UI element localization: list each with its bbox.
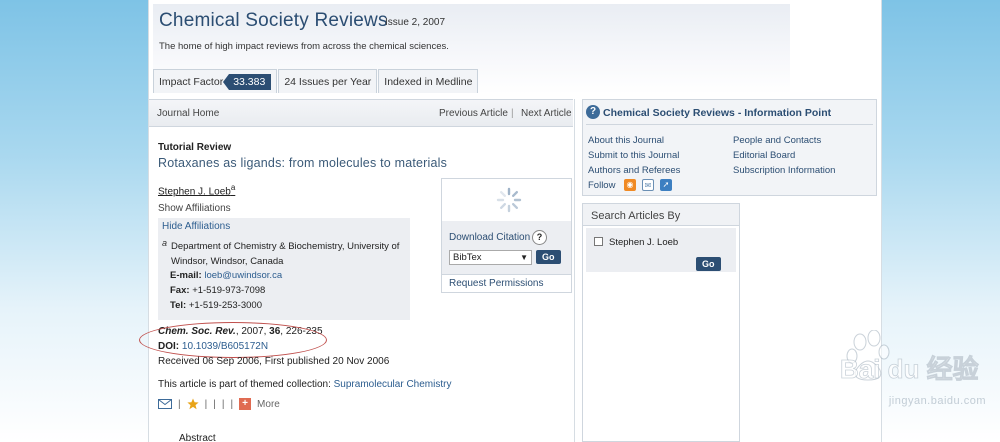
fax-value: +1-519-973-7098 — [192, 285, 266, 296]
author-link[interactable]: Stephen J. Loeba — [158, 183, 235, 197]
rss-icon[interactable]: ◉ — [624, 179, 636, 191]
email-label: E-mail: — [170, 270, 202, 281]
information-point-box: ? Chemical Society Reviews - Information… — [582, 99, 877, 196]
search-articles-panel: Stephen J. Loeb Go — [586, 228, 736, 272]
page-container: Chemical Society Reviews Issue 2, 2007 T… — [139, 0, 882, 442]
action-divider: | — [221, 398, 225, 410]
journal-tabs: Impact Factor 33.383 24 Issues per Year … — [153, 69, 479, 93]
people-contacts-link[interactable]: People and Contacts — [733, 135, 821, 146]
tel-line: Tel: +1-519-253-3000 — [170, 300, 262, 311]
about-journal-link[interactable]: About this Journal — [588, 135, 664, 146]
highlight-ellipse — [139, 322, 327, 358]
journal-title[interactable]: Chemical Society Reviews — [159, 10, 388, 32]
article-type: Tutorial Review — [158, 142, 232, 153]
abstract-heading: Abstract — [179, 433, 216, 442]
author-superscript: a — [230, 183, 236, 192]
loading-spinner-icon — [496, 187, 522, 213]
hide-affiliations-link[interactable]: Hide Affiliations — [162, 221, 230, 232]
fax-label: Fax: — [170, 285, 190, 296]
search-go-button[interactable]: Go — [696, 257, 721, 271]
search-articles-title: Search Articles By — [591, 210, 681, 222]
authors-referees-link[interactable]: Authors and Referees — [588, 165, 680, 176]
themed-prefix: This article is part of themed collectio… — [158, 379, 334, 390]
download-go-button[interactable]: Go — [536, 250, 561, 264]
author-checkbox[interactable] — [594, 237, 603, 246]
themed-collection: This article is part of themed collectio… — [158, 379, 451, 390]
subscription-info-link[interactable]: Subscription Information — [733, 165, 835, 176]
fax-line: Fax: +1-519-973-7098 — [170, 285, 265, 296]
impact-factor-badge: 33.383 — [223, 73, 272, 90]
tel-label: Tel: — [170, 300, 187, 311]
watermark-url: jingyan.baidu.com — [888, 395, 986, 407]
affiliation-marker: a — [162, 238, 168, 248]
nav-separator: | — [511, 108, 514, 119]
tab-issues-per-year[interactable]: 24 Issues per Year — [278, 69, 378, 93]
themed-collection-link[interactable]: Supramolecular Chemistry — [334, 379, 452, 390]
download-citation-panel: Download Citation ? BibTex ▼ Go — [442, 221, 571, 274]
action-divider: | — [204, 398, 208, 410]
info-icon: ? — [586, 105, 600, 119]
author-checkbox-label: Stephen J. Loeb — [609, 237, 679, 248]
share-icon[interactable]: ➚ — [660, 179, 672, 191]
action-divider: | — [230, 398, 234, 410]
information-point-title: Chemical Society Reviews - Information P… — [603, 107, 832, 119]
follow-icons: ◉ ✉ ➚ — [624, 179, 672, 191]
divider — [586, 124, 873, 125]
plus-icon[interactable]: + — [239, 398, 252, 410]
download-citation-title: Download Citation — [449, 232, 531, 243]
previous-article-link[interactable]: Previous Article — [439, 108, 508, 119]
baidu-watermark-logo: Bai du 经验 — [840, 330, 979, 384]
download-citation-box: Download Citation ? BibTex ▼ Go Request … — [441, 178, 572, 293]
action-divider: | — [178, 398, 181, 410]
email-alert-icon[interactable]: ✉ — [642, 179, 654, 191]
request-permissions-link[interactable]: Request Permissions — [449, 278, 543, 289]
editorial-board-link[interactable]: Editorial Board — [733, 150, 795, 161]
watermark-logo-text: Bai du 经验 — [840, 354, 979, 384]
tab-impact-factor[interactable]: Impact Factor 33.383 — [153, 69, 278, 93]
column-divider — [574, 99, 575, 442]
search-articles-header: Search Articles By — [583, 204, 739, 226]
show-affiliations-link[interactable]: Show Affiliations — [158, 203, 231, 214]
tel-value: +1-519-253-3000 — [188, 300, 262, 311]
follow-label: Follow — [588, 180, 616, 191]
submit-journal-link[interactable]: Submit to this Journal — [588, 150, 679, 161]
chevron-down-icon: ▼ — [520, 253, 528, 262]
impact-factor-label: Impact Factor — [159, 75, 224, 88]
action-divider: | — [213, 398, 216, 410]
email-icon[interactable] — [158, 399, 172, 409]
search-articles-box: Search Articles By Stephen J. Loeb Go — [582, 203, 740, 442]
received-dates: Received 06 Sep 2006, First published 20… — [158, 356, 390, 367]
affiliation-text: Department of Chemistry & Biochemistry, … — [171, 241, 400, 267]
citation-format-value: BibTex — [453, 252, 482, 263]
help-icon[interactable]: ? — [532, 230, 547, 245]
divider — [442, 274, 571, 275]
email-line: E-mail: loeb@uwindsor.ca — [170, 270, 282, 281]
journal-home-link[interactable]: Journal Home — [157, 108, 219, 119]
issue-label: Issue 2, 2007 — [385, 17, 446, 28]
tab-indexed-medline[interactable]: Indexed in Medline — [378, 69, 479, 93]
email-link[interactable]: loeb@uwindsor.ca — [204, 270, 282, 281]
journal-tagline: The home of high impact reviews from acr… — [159, 41, 449, 52]
citation-format-select[interactable]: BibTex ▼ — [449, 250, 532, 265]
affiliations-panel: Hide Affiliations a Department of Chemis… — [158, 218, 410, 320]
author-name: Stephen J. Loeb — [158, 186, 231, 198]
article-nav-bar: Journal Home Previous Article | Next Art… — [149, 99, 573, 127]
article-title: Rotaxanes as ligands: from molecules to … — [158, 156, 448, 170]
star-icon[interactable] — [187, 398, 199, 410]
article-actions: | | | | | + More — [158, 398, 280, 410]
more-link[interactable]: More — [257, 399, 280, 410]
next-article-link[interactable]: Next Article — [521, 108, 572, 119]
